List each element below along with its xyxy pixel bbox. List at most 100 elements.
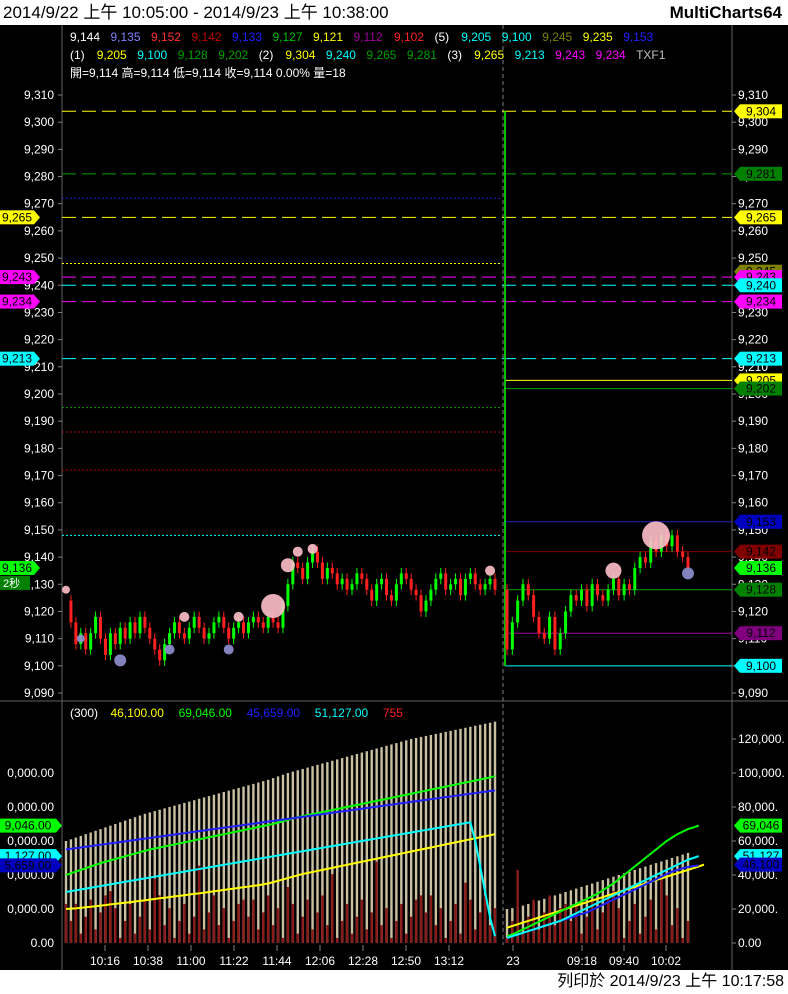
volume-spike-bar xyxy=(276,908,280,943)
price-bar-body xyxy=(187,627,191,639)
price-bar-body xyxy=(301,567,305,579)
volume-bar xyxy=(395,743,398,943)
volume-spike-bar xyxy=(153,878,156,943)
volume-bar xyxy=(622,873,626,943)
price-bar-body xyxy=(429,589,433,601)
price-tick-label-left: 9,250 xyxy=(24,251,54,265)
time-tick-label: 09:40 xyxy=(609,954,639,968)
price-tick-label-left: 9,090 xyxy=(24,686,54,700)
price-badge-left: 9,136 xyxy=(2,561,32,575)
volume-spike-bar xyxy=(385,908,388,943)
volume-spike-bar xyxy=(193,916,196,943)
volume-spike-bar xyxy=(316,912,319,943)
volume-spike-bar xyxy=(676,908,679,943)
price-tick-label-right: 9,090 xyxy=(738,686,768,700)
volume-bar xyxy=(350,755,354,943)
price-bar-body xyxy=(558,633,562,650)
volume-bar xyxy=(365,751,368,943)
price-bar-body xyxy=(182,633,186,639)
volume-bar xyxy=(311,766,314,943)
volume-spike-bar xyxy=(257,929,260,943)
price-bar-body xyxy=(394,584,398,601)
legend-row1-item: 9,245 xyxy=(542,30,572,44)
price-tick-label-left: 9,150 xyxy=(24,523,54,537)
legend-row2-item: 9,234 xyxy=(596,48,626,62)
volume-bar xyxy=(409,739,413,943)
window-title: 2014/9/22 上午 10:05:00 - 2014/9/23 上午 10:… xyxy=(3,3,389,22)
time-tick-label: 12:28 xyxy=(348,954,378,968)
time-tick-label: 09:18 xyxy=(567,954,597,968)
volume-spike-bar xyxy=(336,937,339,943)
volume-spike-bar xyxy=(173,937,176,943)
volume-tick-label-right: 60,000. xyxy=(738,834,778,848)
price-tick-label-left: 9,270 xyxy=(24,197,54,211)
price-bar-body xyxy=(385,578,389,596)
volume-spike-bar xyxy=(633,903,636,943)
price-bar-body xyxy=(532,595,536,617)
volume-bar xyxy=(424,735,428,943)
chart-canvas[interactable]: 9,144 9,135 9,152 9,142 9,133 9,127 9,121 9,112… xyxy=(0,25,788,970)
volume-spike-bar xyxy=(449,920,452,943)
volume-spike-bar xyxy=(296,933,299,943)
volume-tick-label-left: 0.00 xyxy=(31,936,55,950)
price-tick-label-right: 9,170 xyxy=(738,469,768,483)
volume-spike-bar xyxy=(654,929,658,943)
price-bar-body xyxy=(94,616,98,634)
legend-row2-item: (3) xyxy=(447,48,462,62)
time-tick-label: 10:02 xyxy=(651,954,681,968)
volume-spike-bar xyxy=(148,929,152,943)
price-bar-body xyxy=(197,616,201,628)
price-bar-body xyxy=(606,589,610,601)
trade-bubble xyxy=(307,543,318,554)
chart-area[interactable]: 9,144 9,135 9,152 9,142 9,133 9,127 9,121 9,112… xyxy=(0,25,788,970)
volume-bar xyxy=(638,868,642,943)
price-bar-body xyxy=(153,638,157,650)
volume-bar xyxy=(449,730,452,943)
volume-bar xyxy=(405,740,408,943)
price-bar-body xyxy=(355,573,359,585)
volume-spike-bar xyxy=(232,920,235,943)
volume-spike-bar xyxy=(429,895,433,943)
price-bar-body xyxy=(478,584,482,590)
trade-bubble xyxy=(76,634,85,643)
price-tick-label-right: 9,260 xyxy=(738,224,768,238)
volume-spike-bar xyxy=(119,937,122,943)
price-tick-label-left: 9,100 xyxy=(24,659,54,673)
price-bar-body xyxy=(510,622,514,650)
legend-row1-item: 9,133 xyxy=(232,30,262,44)
price-bar-body xyxy=(108,633,112,655)
trade-bubble xyxy=(292,546,303,557)
volume-legend-item: 51,127.00 xyxy=(315,706,369,720)
volume-spike-bar xyxy=(537,929,541,943)
price-bar-body xyxy=(232,627,236,639)
chart-background xyxy=(0,25,788,970)
price-bar-body xyxy=(335,573,339,585)
volume-legend-item: 45,659.00 xyxy=(247,706,301,720)
volume-spike-bar xyxy=(331,874,334,943)
volume-bar xyxy=(390,744,393,943)
legend-row1-item: 9,100 xyxy=(502,30,532,44)
price-badge-right: 9,240 xyxy=(746,278,776,292)
time-tick-label: 23 xyxy=(506,954,520,968)
volume-tick-label-right: 80,000. xyxy=(738,800,778,814)
price-bar-body xyxy=(375,584,379,601)
legend-row1-item: 9,153 xyxy=(623,30,653,44)
price-bar-body xyxy=(590,584,594,607)
volume-tick-label-right: 120,000. xyxy=(738,732,785,746)
volume-bar xyxy=(202,797,206,943)
volume-spike-bar xyxy=(444,937,447,943)
price-bar-body xyxy=(380,578,384,585)
volume-spike-bar xyxy=(311,929,314,943)
price-bar-body xyxy=(574,595,578,601)
price-bar-body xyxy=(564,611,568,634)
volume-bar xyxy=(434,733,438,943)
legend-row2-item: 9,243 xyxy=(555,48,585,62)
price-pane: 9,144 9,135 9,152 9,142 9,133 9,127 9,121 9,112… xyxy=(0,25,788,970)
time-tick-label: 11:22 xyxy=(219,954,248,968)
price-badge-right: 9,234 xyxy=(746,295,776,309)
volume-bar xyxy=(257,782,260,943)
volume-spike-bar xyxy=(104,895,107,943)
volume-badge-right: 46,100 xyxy=(743,858,780,872)
volume-spike-bar xyxy=(262,912,265,943)
volume-spike-bar xyxy=(197,865,201,943)
